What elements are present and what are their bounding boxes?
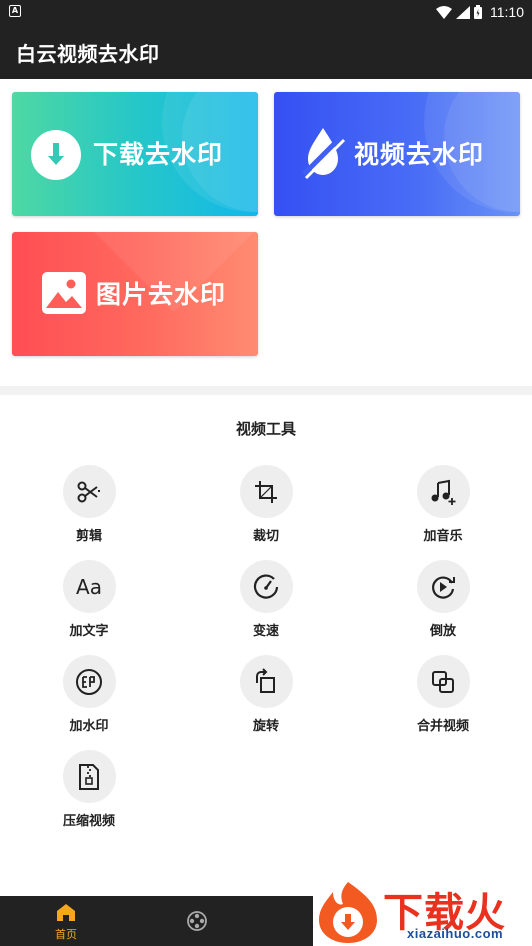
tool-icon-bg	[62, 750, 116, 803]
wifi-icon	[436, 5, 452, 19]
status-icons: 11:10	[436, 2, 524, 22]
nav-video-tab[interactable]	[187, 911, 207, 935]
image-icon	[42, 272, 86, 314]
notification-app-icon: A	[9, 5, 21, 17]
tool-label: 加音乐	[423, 529, 463, 544]
tool-icon-bg	[416, 465, 470, 518]
music-add-icon	[431, 479, 456, 505]
tool-label: 合并视频	[416, 719, 469, 734]
download-remove-watermark-card[interactable]: 下载去水印	[12, 92, 258, 216]
text-icon: Aa	[76, 574, 102, 599]
merge-icon	[432, 670, 454, 693]
scissors-icon	[77, 481, 101, 502]
site-watermark-logo: 下载火 xiazaihuo.com	[313, 878, 532, 946]
tool-label: 加文字	[69, 624, 109, 639]
clock: 11:10	[490, 4, 524, 20]
video-remove-watermark-card[interactable]: 视频去水印	[274, 92, 520, 216]
tool-add-text[interactable]: Aa 加文字	[29, 560, 149, 639]
status-bar: A 11:10	[0, 0, 532, 24]
tool-label: 变速	[252, 624, 279, 639]
tool-label: 旋转	[252, 719, 279, 734]
tool-label: 压缩视频	[62, 814, 115, 829]
crop-icon	[255, 480, 277, 503]
tool-icon-bg	[239, 560, 293, 613]
home-icon	[57, 904, 75, 921]
watermark-url: xiazaihuo.com	[407, 926, 504, 941]
tool-icon-bg	[416, 560, 470, 613]
tool-reverse[interactable]: 倒放	[383, 560, 503, 639]
video-tools-title: 视频工具	[235, 420, 296, 438]
app-title: 白云视频去水印	[16, 42, 160, 66]
tool-icon-bg	[416, 655, 470, 708]
download-circle-icon	[31, 130, 81, 180]
tool-cut[interactable]: 剪辑	[29, 465, 149, 544]
tool-icon-bg	[62, 655, 116, 708]
tool-speed[interactable]: 变速	[206, 560, 326, 639]
rotate-icon	[256, 667, 275, 693]
tool-icon-bg	[239, 655, 293, 708]
nav-home-label: 首页	[55, 928, 77, 941]
section-divider	[0, 386, 532, 395]
download-card-label: 下载去水印	[93, 140, 224, 169]
tool-icon-bg: Aa	[62, 560, 116, 613]
tool-icon-bg	[239, 465, 293, 518]
signal-icon	[456, 5, 470, 19]
image-card-label: 图片去水印	[96, 280, 227, 309]
tool-crop[interactable]: 裁切	[206, 465, 326, 544]
water-drop-slash-icon	[302, 128, 346, 180]
app-bar: 白云视频去水印	[0, 24, 532, 79]
reverse-play-icon	[432, 575, 455, 599]
flame-logo-icon	[319, 882, 377, 943]
speedometer-icon	[253, 573, 279, 599]
tool-label: 裁切	[252, 529, 279, 544]
battery-icon	[474, 5, 482, 19]
tool-add-watermark[interactable]: 加水印	[29, 655, 149, 734]
tool-label: 剪辑	[75, 529, 102, 544]
video-card-label: 视频去水印	[354, 140, 485, 169]
watermark-icon	[76, 668, 102, 695]
image-remove-watermark-card[interactable]: 图片去水印	[12, 232, 258, 356]
tool-merge-video[interactable]: 合并视频	[383, 655, 503, 734]
tool-compress-video[interactable]: 压缩视频	[29, 750, 149, 829]
tool-icon-bg	[62, 465, 116, 518]
tool-rotate[interactable]: 旋转	[206, 655, 326, 734]
tool-label: 加水印	[69, 719, 109, 734]
film-reel-icon	[187, 911, 207, 931]
zip-file-icon	[79, 763, 99, 790]
tool-label: 倒放	[429, 624, 456, 639]
tool-add-music[interactable]: 加音乐	[383, 465, 503, 544]
nav-home-tab[interactable]: 首页	[46, 904, 86, 942]
